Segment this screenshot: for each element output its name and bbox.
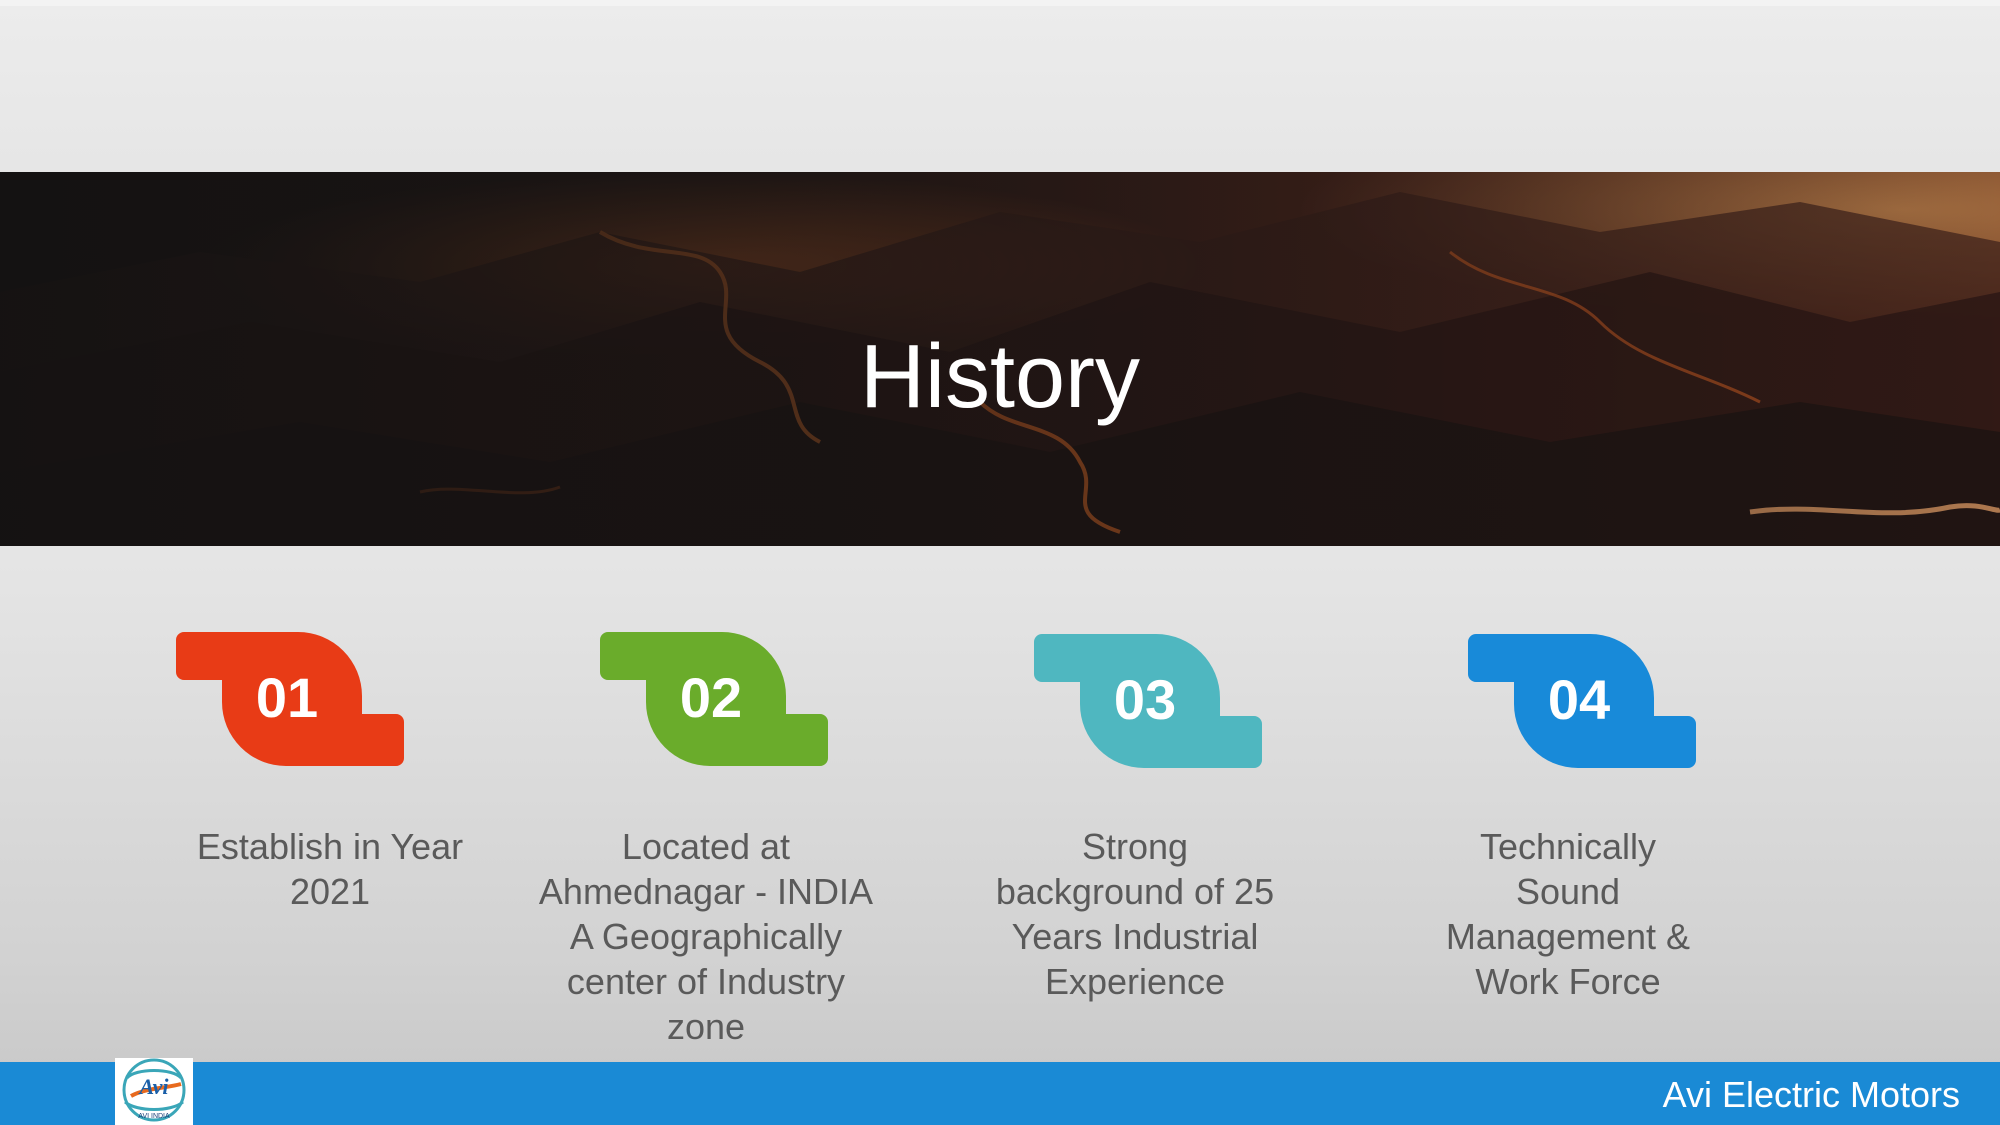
description-line: background of 25 xyxy=(995,871,1275,912)
description-line: Work Force xyxy=(1475,961,1661,1002)
slide: History 01 Establish in Year 2021 02 Loc… xyxy=(0,0,2000,1125)
avi-logo-icon: Avi AVI INDIA xyxy=(122,1058,186,1122)
page-title: History xyxy=(859,327,1141,427)
description-line: 2021 xyxy=(289,871,371,912)
description-line: center of Industry xyxy=(566,961,846,1002)
company-name: Avi Electric Motors xyxy=(1662,1074,1960,1115)
description-line: Experience xyxy=(1044,961,1226,1002)
step-badge-04: 04 xyxy=(1460,632,1700,768)
top-band xyxy=(0,0,2000,6)
description-line: Strong xyxy=(1081,826,1189,867)
step-badge-01: 01 xyxy=(168,630,408,766)
company-logo: Avi AVI INDIA xyxy=(115,1058,193,1125)
step-number: 04 xyxy=(1547,668,1611,731)
description-line: Management & xyxy=(1445,916,1691,957)
description-line: Ahmednagar - INDIA xyxy=(538,871,874,912)
description-line: Establish in Year xyxy=(196,826,464,867)
step-description: Strong background of 25 Years Industrial… xyxy=(935,824,1335,1004)
description-line: Located at xyxy=(621,826,791,867)
step-number: 02 xyxy=(679,666,743,729)
logo-text: Avi xyxy=(138,1074,170,1099)
description-line: Technically xyxy=(1479,826,1657,867)
logo-subtext: AVI INDIA xyxy=(138,1113,170,1120)
description-line: zone xyxy=(666,1006,746,1047)
description-line: Years Industrial xyxy=(1011,916,1259,957)
history-banner: History xyxy=(0,172,2000,546)
step-description: Technically Sound Management & Work Forc… xyxy=(1368,824,1768,1004)
step-description: Located at Ahmednagar - INDIA A Geograph… xyxy=(506,824,906,1049)
step-number: 01 xyxy=(255,666,319,729)
description-line: Sound xyxy=(1515,871,1621,912)
description-line: A Geographically xyxy=(569,916,843,957)
step-badge-02: 02 xyxy=(592,630,832,766)
step-number: 03 xyxy=(1113,668,1177,731)
step-description: Establish in Year 2021 xyxy=(130,824,530,914)
step-badge-03: 03 xyxy=(1026,632,1266,768)
